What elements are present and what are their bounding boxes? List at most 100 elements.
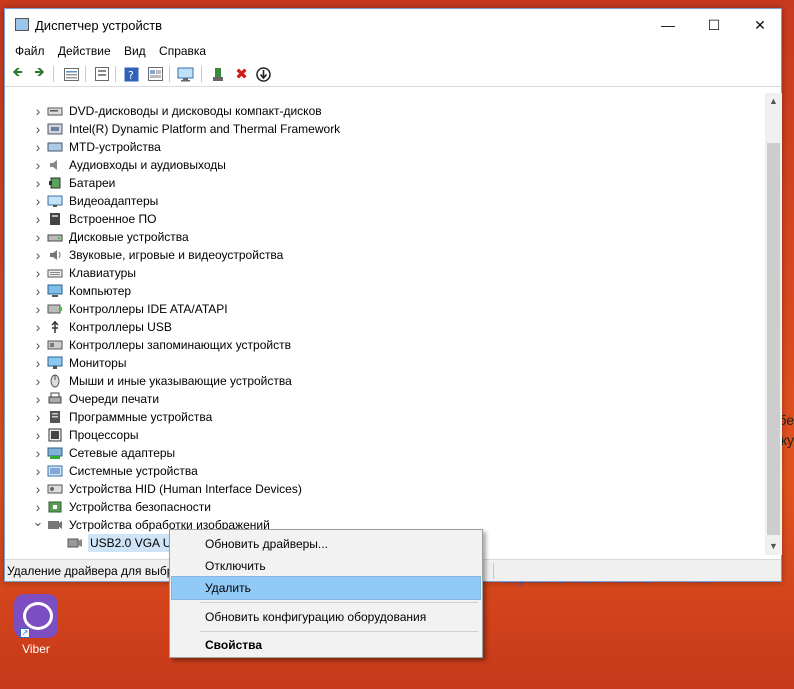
tree-category[interactable]: › Контроллеры USB bbox=[6, 318, 765, 336]
tree-category[interactable]: › Процессоры bbox=[6, 426, 765, 444]
camera-icon bbox=[47, 518, 63, 532]
expand-chevron-icon[interactable]: › bbox=[32, 390, 44, 408]
expand-chevron-icon[interactable]: › bbox=[32, 462, 44, 480]
tree-category[interactable]: › Батареи bbox=[6, 174, 765, 192]
tree-category[interactable]: › Компьютер bbox=[6, 282, 765, 300]
tree-category[interactable]: › Мыши и иные указывающие устройства bbox=[6, 372, 765, 390]
menu-item-properties[interactable]: Свойства bbox=[172, 634, 480, 656]
tree-category-label: Компьютер bbox=[69, 284, 132, 298]
tree-category-label: Устройства безопасности bbox=[69, 500, 211, 514]
resource-icon[interactable] bbox=[147, 66, 164, 82]
expand-chevron-icon[interactable]: › bbox=[32, 282, 44, 300]
expand-chevron-icon[interactable]: › bbox=[32, 444, 44, 462]
expand-chevron-icon[interactable]: › bbox=[32, 246, 44, 264]
collapse-chevron-icon[interactable]: ⌄ bbox=[32, 513, 44, 531]
help-icon[interactable]: ? bbox=[123, 66, 140, 82]
context-menu: Обновить драйверы... Отключить Удалить О… bbox=[169, 529, 483, 658]
tree-category[interactable]: › Мониторы bbox=[6, 354, 765, 372]
tree-category[interactable]: › Контроллеры запоминающих устройств bbox=[6, 336, 765, 354]
back-arrow-icon[interactable]: 🡸 bbox=[9, 64, 26, 82]
tree-category[interactable]: › Системные устройства bbox=[6, 462, 765, 480]
maximize-button[interactable]: ☐ bbox=[691, 9, 737, 41]
menu-action[interactable]: Действие bbox=[58, 41, 111, 61]
tree-category[interactable]: › Дисковые устройства bbox=[6, 228, 765, 246]
tree-category[interactable]: › MTD-устройства bbox=[6, 138, 765, 156]
menu-item-uninstall[interactable]: Удалить bbox=[171, 576, 481, 600]
update-driver-icon[interactable] bbox=[255, 66, 272, 82]
vertical-scrollbar[interactable]: ▲ ▼ bbox=[765, 93, 782, 555]
expand-chevron-icon[interactable]: › bbox=[32, 228, 44, 246]
expand-chevron-icon[interactable]: › bbox=[32, 318, 44, 336]
menu-file[interactable]: Файл bbox=[15, 41, 45, 61]
tree-category-label: Клавиатуры bbox=[69, 266, 136, 280]
expand-chevron-icon[interactable]: › bbox=[32, 372, 44, 390]
expand-chevron-icon[interactable]: › bbox=[32, 336, 44, 354]
expand-chevron-icon[interactable]: › bbox=[32, 354, 44, 372]
monitor-icon bbox=[47, 356, 63, 370]
menu-item-scan-hardware[interactable]: Обновить конфигурацию оборудования bbox=[172, 606, 480, 628]
tree-category[interactable]: › Контроллеры IDE ATA/ATAPI bbox=[6, 300, 765, 318]
tree-category[interactable]: › Устройства безопасности bbox=[6, 498, 765, 516]
expand-chevron-icon[interactable]: › bbox=[32, 480, 44, 498]
tree-category-label: Очереди печати bbox=[69, 392, 160, 406]
tree-category-label: Программные устройства bbox=[69, 410, 213, 424]
expand-chevron-icon[interactable]: › bbox=[32, 210, 44, 228]
shortcut-arrow-icon: ↗ bbox=[20, 628, 30, 638]
expand-chevron-icon[interactable]: › bbox=[32, 192, 44, 210]
hid-icon bbox=[47, 482, 63, 496]
expand-chevron-icon[interactable]: › bbox=[32, 300, 44, 318]
menu-item-disable[interactable]: Отключить bbox=[172, 555, 480, 577]
expand-chevron-icon[interactable]: › bbox=[32, 102, 44, 120]
viber-desktop-shortcut[interactable]: ↗ Viber bbox=[8, 594, 64, 656]
expand-chevron-icon[interactable]: › bbox=[32, 120, 44, 138]
security-device-icon bbox=[47, 500, 63, 514]
expand-chevron-icon[interactable]: › bbox=[32, 174, 44, 192]
scrollbar-thumb[interactable] bbox=[767, 143, 780, 535]
tree-category-label: Контроллеры запоминающих устройств bbox=[69, 338, 291, 352]
usb-icon bbox=[47, 320, 63, 334]
tree-category-label: Звуковые, игровые и видеоустройства bbox=[69, 248, 284, 262]
background-side-text-2: ку bbox=[780, 432, 794, 448]
view-icon[interactable] bbox=[93, 66, 110, 82]
monitor-icon[interactable] bbox=[177, 66, 194, 82]
disk-icon bbox=[47, 230, 63, 244]
tree-device-label: USB2.0 VGA UV bbox=[88, 534, 182, 552]
title-bar[interactable]: Диспетчер устройств — ☐ ✕ bbox=[5, 9, 781, 41]
expand-chevron-icon[interactable]: › bbox=[32, 138, 44, 156]
tree-category[interactable]: › Звуковые, игровые и видеоустройства bbox=[6, 246, 765, 264]
scroll-down-icon[interactable]: ▼ bbox=[765, 538, 782, 555]
tree-category[interactable]: › Сетевые адаптеры bbox=[6, 444, 765, 462]
tree-category-label: Мыши и иные указывающие устройства bbox=[69, 374, 292, 388]
tree-category[interactable]: › Видеоадаптеры bbox=[6, 192, 765, 210]
minimize-button[interactable]: — bbox=[645, 9, 691, 41]
forward-arrow-icon[interactable]: 🡺 bbox=[31, 64, 48, 82]
properties-icon[interactable] bbox=[63, 66, 80, 82]
expand-chevron-icon[interactable]: › bbox=[32, 408, 44, 426]
close-button[interactable]: ✕ bbox=[737, 9, 783, 41]
tree-category[interactable]: › Клавиатуры bbox=[6, 264, 765, 282]
enable-device-icon[interactable] bbox=[209, 66, 226, 82]
tree-category-label: Дисковые устройства bbox=[69, 230, 189, 244]
expand-chevron-icon[interactable]: › bbox=[32, 426, 44, 444]
tree-category[interactable]: › Аудиовходы и аудиовыходы bbox=[6, 156, 765, 174]
tree-category[interactable]: › Встроенное ПО bbox=[6, 210, 765, 228]
tree-category[interactable]: › Устройства HID (Human Interface Devices… bbox=[6, 480, 765, 498]
tree-category[interactable]: › Очереди печати bbox=[6, 390, 765, 408]
scroll-up-icon[interactable]: ▲ bbox=[765, 93, 782, 110]
tree-category-label: Аудиовходы и аудиовыходы bbox=[69, 158, 226, 172]
display-adapter-icon bbox=[47, 194, 63, 208]
menu-item-update-drivers[interactable]: Обновить драйверы... bbox=[172, 533, 480, 555]
uninstall-icon[interactable]: ✖ bbox=[233, 66, 250, 83]
menu-view[interactable]: Вид bbox=[124, 41, 146, 61]
device-tree: › DVD-дисководы и дисководы компакт-диско… bbox=[6, 93, 765, 555]
tree-category[interactable]: › Программные устройства bbox=[6, 408, 765, 426]
battery-icon bbox=[47, 176, 63, 190]
expand-chevron-icon[interactable]: › bbox=[32, 156, 44, 174]
expand-chevron-icon[interactable]: › bbox=[32, 264, 44, 282]
menu-bar: Файл Действие Вид Справка bbox=[5, 41, 781, 61]
keyboard-icon bbox=[47, 266, 63, 280]
menu-help[interactable]: Справка bbox=[159, 41, 206, 61]
tree-category[interactable]: › DVD-дисководы и дисководы компакт-диско… bbox=[6, 102, 765, 120]
device-manager-window: Диспетчер устройств — ☐ ✕ Файл Действие … bbox=[4, 8, 782, 582]
tree-category[interactable]: › Intel(R) Dynamic Platform and Thermal F… bbox=[6, 120, 765, 138]
